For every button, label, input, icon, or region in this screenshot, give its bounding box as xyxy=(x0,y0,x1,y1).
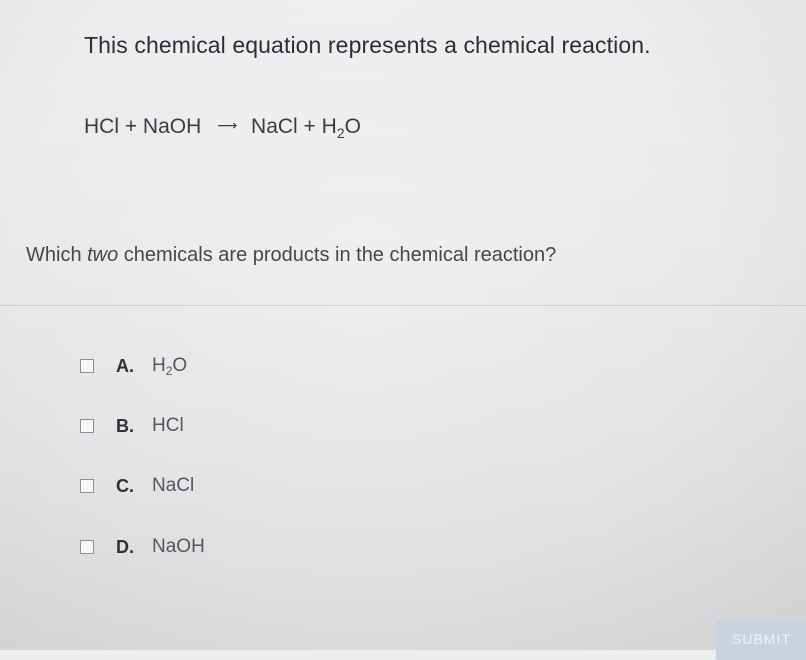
option-c[interactable]: C. NaCl xyxy=(80,474,194,498)
option-a-text: H2O xyxy=(152,355,187,378)
reaction-arrow-icon: ⟶ xyxy=(217,117,238,133)
prompt-start: Which xyxy=(26,244,88,266)
checkbox-c[interactable] xyxy=(80,479,94,493)
option-c-text: NaCl xyxy=(152,475,195,496)
chemical-equation: HCl + NaOH ⟶ NaCl + H2O xyxy=(84,115,361,141)
question-prompt: Which two chemicals are products in the … xyxy=(26,244,556,267)
option-b-letter: B. xyxy=(116,415,134,436)
option-a-text-main: H xyxy=(152,354,166,376)
option-b[interactable]: B. HCl xyxy=(80,414,184,438)
option-d[interactable]: D. NaOH xyxy=(80,535,205,559)
equation-products-subscript: 2 xyxy=(336,125,345,141)
question-intro: This chemical equation represents a chem… xyxy=(84,32,651,58)
option-c-letter: C. xyxy=(116,475,134,496)
checkbox-b[interactable] xyxy=(80,419,94,433)
option-b-text: HCl xyxy=(152,415,184,436)
section-divider xyxy=(0,305,806,306)
checkbox-a[interactable] xyxy=(80,359,94,373)
option-a-text-end: O xyxy=(172,354,188,376)
equation-products: NaCl + H2O xyxy=(251,115,361,141)
equation-products-end: O xyxy=(344,115,361,138)
equation-products-main: NaCl + H xyxy=(251,115,337,138)
option-a-letter: A. xyxy=(116,355,134,376)
option-d-text: NaOH xyxy=(152,536,205,557)
equation-reactants: HCl + NaOH xyxy=(84,115,202,138)
option-d-letter: D. xyxy=(116,536,134,557)
submit-button[interactable]: SUBMIT xyxy=(716,620,806,660)
prompt-emphasis: two xyxy=(87,244,119,266)
checkbox-d[interactable] xyxy=(80,540,94,554)
prompt-end: chemicals are products in the chemical r… xyxy=(118,244,557,266)
option-a[interactable]: A. H2O xyxy=(80,354,187,378)
